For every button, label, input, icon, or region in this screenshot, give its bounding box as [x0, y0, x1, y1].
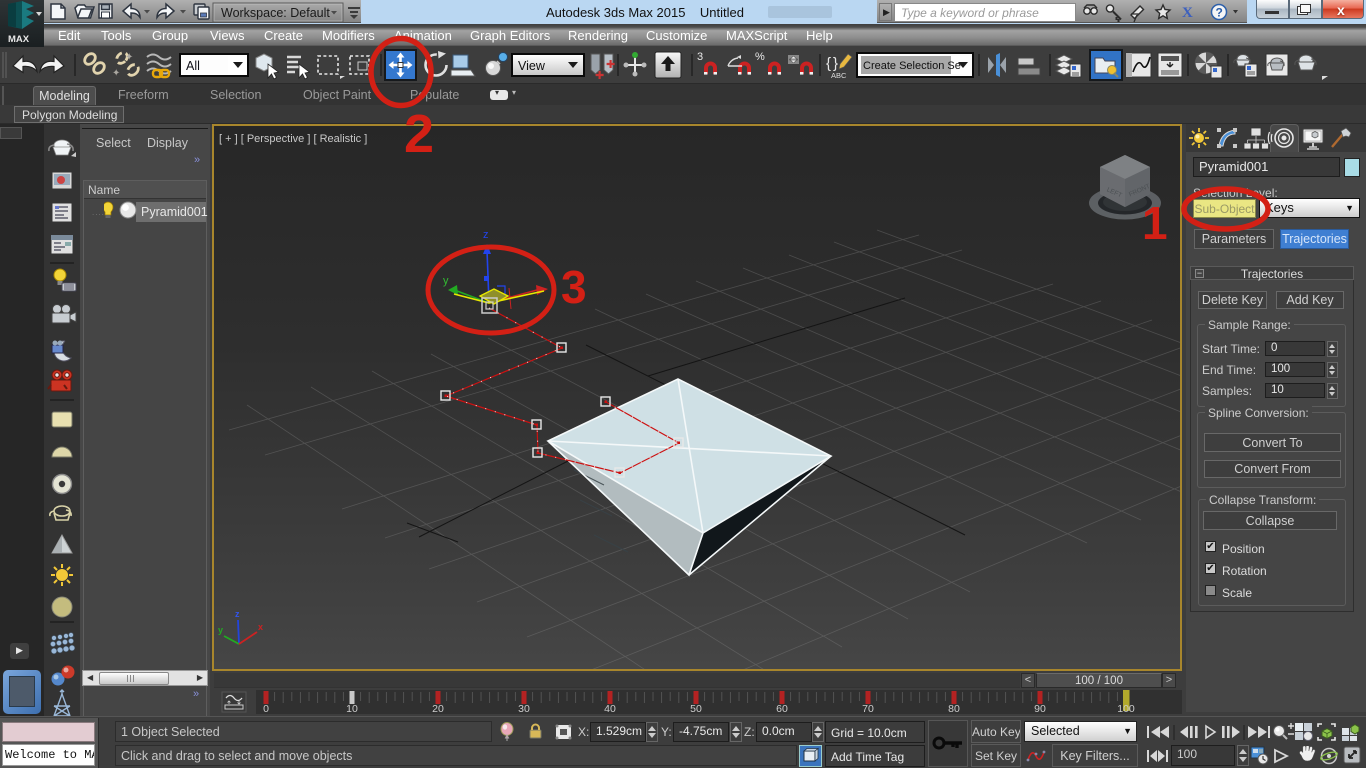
svg-text:✦: ✦: [125, 52, 133, 63]
svg-text:100: 100: [1117, 703, 1135, 715]
svg-text:z: z: [483, 229, 489, 241]
svg-text:70: 70: [862, 703, 874, 715]
svg-text:Workspace: Default: Workspace: Default: [221, 6, 330, 20]
svg-text:30: 30: [518, 703, 530, 715]
svg-text:z: z: [235, 609, 240, 619]
svg-text:✚: ✚: [595, 70, 604, 82]
svg-text:}: }: [833, 55, 838, 72]
svg-text:y: y: [218, 625, 223, 635]
svg-text:20: 20: [432, 703, 444, 715]
svg-text:✦: ✦: [112, 68, 120, 79]
svg-text:1: 1: [1142, 197, 1168, 249]
svg-text:x: x: [258, 622, 263, 632]
svg-text:?: ?: [1216, 6, 1223, 20]
svg-text:[ + ] [ Perspective ] [ Realis: [ + ] [ Perspective ] [ Realistic ]: [219, 133, 367, 145]
svg-text:2: 2: [404, 104, 434, 158]
svg-text:View: View: [518, 59, 546, 73]
svg-text:Create Selection Se: Create Selection Se: [863, 60, 961, 72]
svg-text:10: 10: [346, 703, 358, 715]
svg-text:50: 50: [690, 703, 702, 715]
svg-text:X: X: [1182, 5, 1193, 21]
svg-text:{: {: [826, 55, 831, 72]
svg-text:✚: ✚: [606, 59, 615, 71]
svg-text:MAX: MAX: [8, 34, 30, 45]
svg-text:%: %: [755, 51, 765, 63]
svg-text:0: 0: [263, 703, 269, 715]
svg-text:y: y: [443, 275, 449, 287]
svg-text:80: 80: [948, 703, 960, 715]
svg-text:ABC: ABC: [831, 71, 847, 80]
svg-text:All: All: [186, 59, 200, 73]
svg-text:40: 40: [604, 703, 616, 715]
svg-text:3: 3: [697, 51, 703, 63]
svg-text:60: 60: [776, 703, 788, 715]
svg-text:3: 3: [561, 261, 587, 313]
svg-text:90: 90: [1034, 703, 1046, 715]
